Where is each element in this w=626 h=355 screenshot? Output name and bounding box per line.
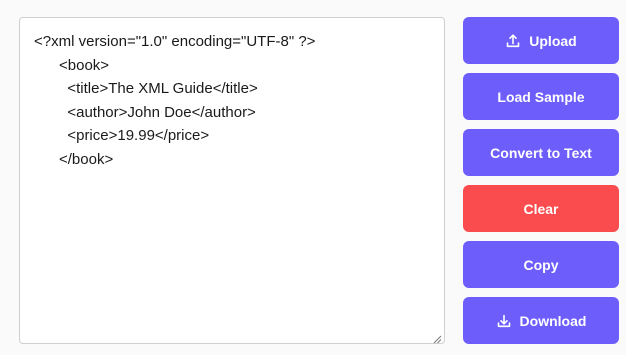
copy-label: Copy: [523, 256, 559, 273]
upload-button[interactable]: Upload: [463, 17, 619, 64]
xml-converter-page: <?xml version="1.0" encoding="UTF-8" ?> …: [0, 0, 626, 355]
xml-editor-container: <?xml version="1.0" encoding="UTF-8" ?> …: [19, 17, 445, 344]
load-sample-button[interactable]: Load Sample: [463, 73, 619, 120]
convert-to-text-label: Convert to Text: [490, 144, 592, 161]
xml-input-textarea[interactable]: <?xml version="1.0" encoding="UTF-8" ?> …: [20, 18, 444, 343]
load-sample-label: Load Sample: [497, 88, 585, 105]
convert-to-text-button[interactable]: Convert to Text: [463, 129, 619, 176]
upload-icon: [505, 33, 521, 49]
download-button[interactable]: Download: [463, 297, 619, 344]
resize-handle-icon[interactable]: [432, 331, 442, 344]
download-label: Download: [519, 312, 587, 329]
upload-label: Upload: [529, 32, 577, 49]
download-icon: [496, 313, 512, 329]
copy-button[interactable]: Copy: [463, 241, 619, 288]
clear-button[interactable]: Clear: [463, 185, 619, 232]
clear-label: Clear: [523, 200, 559, 217]
action-buttons: Upload Load Sample Convert to Text Clear…: [463, 17, 619, 353]
